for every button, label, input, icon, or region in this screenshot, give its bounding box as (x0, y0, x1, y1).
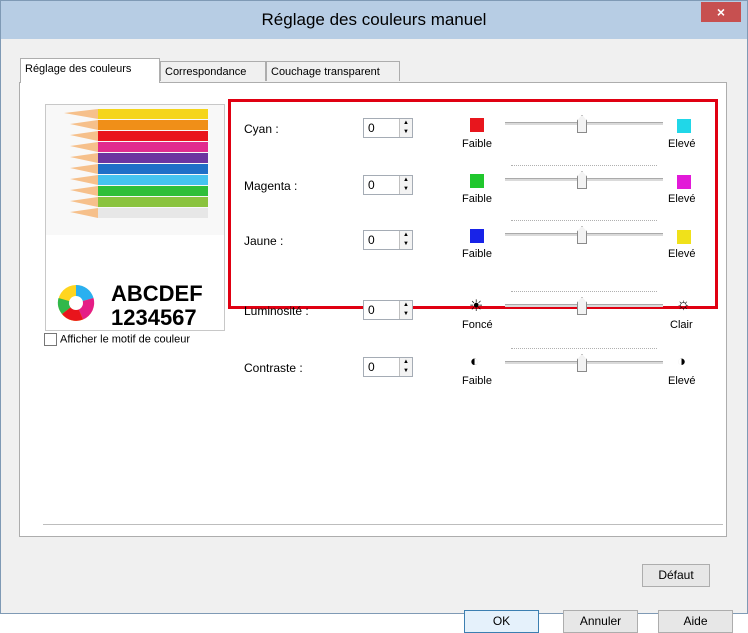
luminosite-high-label: Clair (670, 319, 693, 331)
cyan-spinbox[interactable]: 0 ▲ ▼ (363, 118, 413, 138)
preview-text-line-2: 1234567 (111, 305, 197, 330)
help-button[interactable]: Aide (658, 610, 733, 633)
blue-square-icon (470, 229, 484, 243)
show-color-pattern-option[interactable]: Afficher le motif de couleur (44, 333, 190, 346)
ok-button[interactable]: OK (464, 610, 539, 633)
contraste-label: Contraste : (244, 361, 303, 375)
cyan-high-label: Elevé (668, 138, 696, 150)
tab-matching[interactable]: Correspondance (160, 61, 266, 81)
cyan-value[interactable]: 0 (368, 121, 375, 135)
luminosite-spin-buttons[interactable]: ▲ ▼ (399, 301, 412, 319)
jaune-label: Jaune : (244, 234, 284, 248)
show-color-pattern-label: Afficher le motif de couleur (60, 333, 191, 346)
separator-line (43, 524, 723, 525)
contraste-spin-buttons[interactable]: ▲ ▼ (399, 358, 412, 376)
contrast-circle-icon: ◑ (677, 353, 687, 370)
contraste-slider-ticks (511, 348, 657, 355)
jaune-value[interactable]: 0 (368, 233, 375, 247)
contraste-low-label: Faible (462, 375, 492, 387)
luminosite-label: Luminosité : (244, 304, 309, 318)
jaune-spinbox[interactable]: 0 ▲ ▼ (363, 230, 413, 250)
colored-pencils-image (46, 105, 224, 235)
jaune-spin-buttons[interactable]: ▲ ▼ (399, 231, 412, 249)
dark-sun-icon: ☀ (469, 298, 484, 315)
tab-transparent-coating[interactable]: Couchage transparent (266, 61, 400, 81)
magenta-low-label: Faible (462, 193, 492, 205)
luminosite-spinbox[interactable]: 0 ▲ ▼ (363, 300, 413, 320)
magenta-label: Magenta : (244, 179, 298, 193)
close-button[interactable]: × (701, 2, 741, 22)
cyan-low-label: Faible (462, 138, 492, 150)
half-circle-icon: ◐ (470, 353, 480, 370)
jaune-slider-ticks (511, 220, 657, 227)
green-square-icon (470, 174, 484, 188)
color-wheel-icon (57, 284, 95, 321)
title-bar[interactable]: Réglage des couleurs manuel × (1, 1, 747, 39)
contraste-value[interactable]: 0 (368, 360, 375, 374)
cancel-button[interactable]: Annuler (563, 610, 638, 633)
magenta-square-icon (677, 175, 691, 189)
cyan-label: Cyan : (244, 122, 279, 136)
red-square-icon (470, 118, 484, 132)
tab-color-adjustment[interactable]: Réglage des couleurs (20, 58, 160, 83)
magenta-slider-ticks (511, 165, 657, 172)
default-button[interactable]: Défaut (642, 564, 710, 587)
contraste-spinbox[interactable]: 0 ▲ ▼ (363, 357, 413, 377)
magenta-spinbox[interactable]: 0 ▲ ▼ (363, 175, 413, 195)
jaune-high-label: Elevé (668, 248, 696, 260)
manual-color-adjustment-dialog: Réglage des couleurs manuel × Réglage de… (0, 0, 748, 633)
magenta-spin-buttons[interactable]: ▲ ▼ (399, 176, 412, 194)
magenta-value[interactable]: 0 (368, 178, 375, 192)
jaune-low-label: Faible (462, 248, 492, 260)
luminosite-low-label: Foncé (462, 319, 493, 331)
luminosite-value[interactable]: 0 (368, 303, 375, 317)
dialog-title: Réglage des couleurs manuel (261, 10, 487, 29)
light-sun-icon: ☼ (676, 296, 691, 313)
cyan-spin-buttons[interactable]: ▲ ▼ (399, 119, 412, 137)
luminosite-slider-ticks (511, 291, 657, 298)
color-preview-panel: ABCDEF 1234567 (45, 104, 225, 331)
contraste-high-label: Elevé (668, 375, 696, 387)
preview-text-line-1: ABCDEF (111, 281, 203, 306)
show-color-pattern-checkbox[interactable] (44, 333, 57, 346)
yellow-square-icon (677, 230, 691, 244)
cyan-square-icon (677, 119, 691, 133)
magenta-high-label: Elevé (668, 193, 696, 205)
dialog-client-area: Réglage des couleurs Correspondance Couc… (8, 39, 740, 633)
